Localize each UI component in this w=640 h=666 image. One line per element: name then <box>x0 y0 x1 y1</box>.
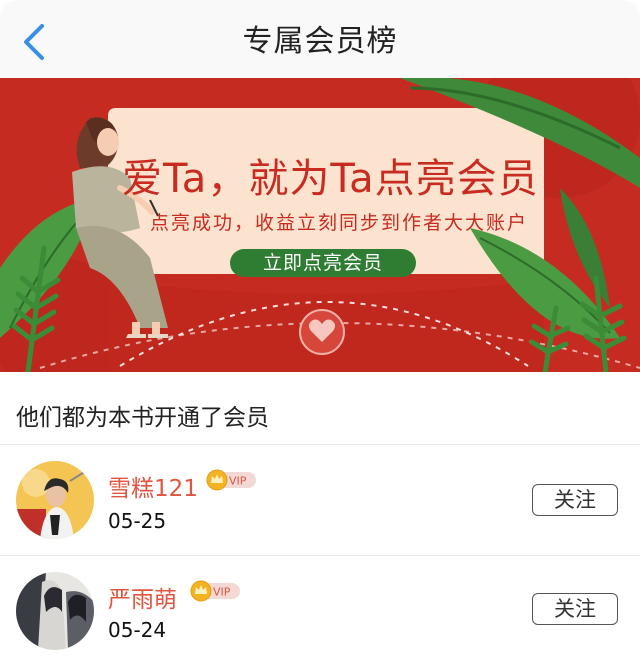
member-list-item[interactable]: 严雨萌 VIP 05-24 关注 <box>0 556 640 666</box>
vip-badge-label: VIP <box>229 475 247 488</box>
follow-button[interactable]: 关注 <box>532 593 618 625</box>
page-title: 专属会员榜 <box>242 24 398 59</box>
avatar-image <box>16 461 94 539</box>
banner-subtitle: 点亮成功，收益立刻同步到作者大大账户 <box>150 212 529 234</box>
member-list-item[interactable]: 雪糕121 VIP 05-25 关注 <box>0 445 640 555</box>
vip-badge: VIP <box>206 469 256 491</box>
nav-bar: 专属会员榜 <box>0 0 640 78</box>
avatar[interactable] <box>16 572 94 650</box>
follow-button[interactable]: 关注 <box>532 484 618 516</box>
banner-headline: 爱Ta，就为Ta点亮会员 <box>122 156 539 202</box>
member-date: 05-24 <box>108 618 167 642</box>
member-name[interactable]: 严雨萌 <box>108 580 177 614</box>
avatar[interactable] <box>16 461 94 539</box>
light-up-membership-button[interactable]: 立即点亮会员 <box>230 249 416 277</box>
promo-banner[interactable]: 爱Ta，就为Ta点亮会员 点亮成功，收益立刻同步到作者大大账户 立即点亮会员 <box>0 78 640 372</box>
avatar-image <box>16 572 94 650</box>
vip-badge: VIP <box>190 580 240 602</box>
vip-badge-label: VIP <box>213 586 231 599</box>
member-date: 05-25 <box>108 509 167 533</box>
member-name[interactable]: 雪糕121 <box>108 469 198 503</box>
section-title: 他们都为本书开通了会员 <box>16 405 269 431</box>
